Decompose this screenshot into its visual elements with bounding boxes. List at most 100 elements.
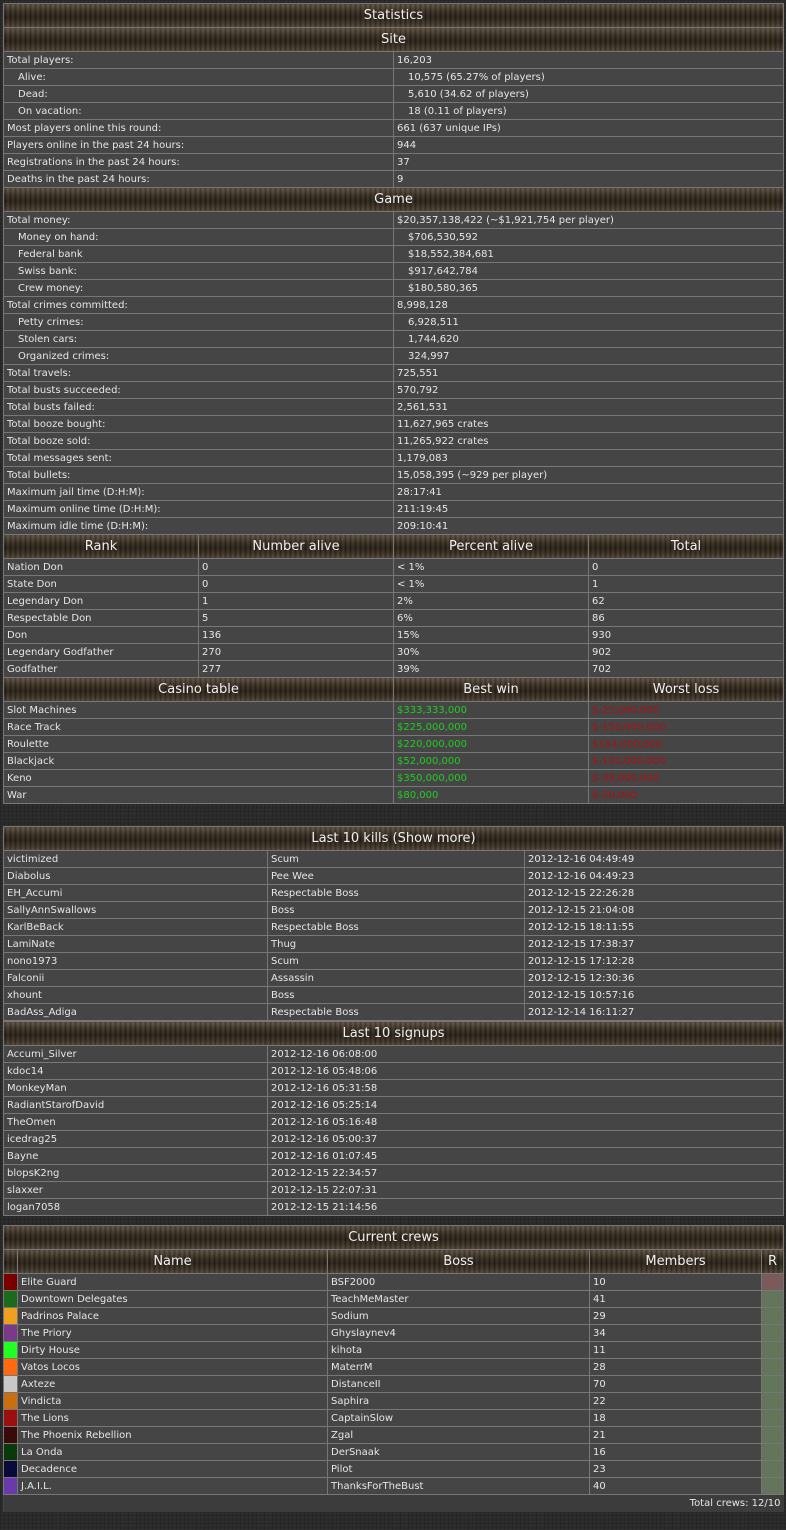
crew-name[interactable]: Elite Guard [17,1273,328,1291]
game-row: Crew money: $180,580,365 [3,279,784,297]
kill-victim[interactable]: xhount [3,986,268,1004]
signup-name[interactable]: icedrag25 [3,1130,268,1148]
crew-row: Axteze DistanceII 70 [3,1375,784,1393]
crew-boss[interactable]: kihota [327,1341,590,1359]
crew-boss[interactable]: Zgal [327,1426,590,1444]
crew-members: 23 [589,1460,762,1478]
rank-row: Nation Don 0 < 1% 0 [3,558,784,576]
crew-boss[interactable]: BSF2000 [327,1273,590,1291]
game-row: Petty crimes: 6,928,511 [3,313,784,331]
kill-victim[interactable]: Diabolus [3,867,268,885]
rank-cell: 62 [588,592,784,610]
rank-cell: 136 [198,626,394,644]
stat-label: Maximum jail time (D:H:M): [3,483,394,501]
signup-name[interactable]: slaxxer [3,1181,268,1199]
casino-game: War [3,786,394,804]
crew-color-swatch [3,1358,18,1376]
kill-victim[interactable]: KarlBeBack [3,918,268,936]
crew-boss[interactable]: Pilot [327,1460,590,1478]
stat-value: 209:10:41 [393,517,784,535]
rank-row: Legendary Godfather 270 30% 902 [3,643,784,661]
crew-boss[interactable]: CaptainSlow [327,1409,590,1427]
crew-row: The Lions CaptainSlow 18 [3,1409,784,1427]
signup-name[interactable]: blopsK2ng [3,1164,268,1182]
crew-recruiting-indicator [761,1477,784,1495]
crew-column-header: Members [589,1249,762,1274]
crew-boss[interactable]: DerSnaak [327,1443,590,1461]
signup-row: slaxxer 2012-12-15 22:07:31 [3,1181,784,1199]
kill-victim[interactable]: victimized [3,850,268,868]
signup-name[interactable]: logan7058 [3,1198,268,1216]
crew-name[interactable]: Decadence [17,1460,328,1478]
rank-cell: < 1% [393,558,589,576]
crew-name[interactable]: The Phoenix Rebellion [17,1426,328,1444]
signup-time: 2012-12-16 05:48:06 [267,1062,784,1080]
signup-name[interactable]: MonkeyMan [3,1079,268,1097]
rank-cell: 0 [588,558,784,576]
crew-boss[interactable]: ThanksForTheBust [327,1477,590,1495]
kill-row: LamiNate Thug 2012-12-15 17:38:37 [3,935,784,953]
crew-name[interactable]: Dirty House [17,1341,328,1359]
kill-rank: Scum [267,952,525,970]
game-row: Money on hand: $706,530,592 [3,228,784,246]
game-row: Maximum jail time (D:H:M): 28:17:41 [3,483,784,501]
casino-row: Slot Machines $333,333,000 $-25,000,000 [3,701,784,719]
game-row: Total booze bought: 11,627,965 crates [3,415,784,433]
casino-game: Roulette [3,735,394,753]
stat-label: Total money: [3,211,394,229]
crew-members: 11 [589,1341,762,1359]
kills-title[interactable]: Last 10 kills (Show more) [3,826,784,851]
crew-boss[interactable]: Ghyslaynev4 [327,1324,590,1342]
kill-victim[interactable]: nono1973 [3,952,268,970]
crew-name[interactable]: The Priory [17,1324,328,1342]
stat-value: 2,561,531 [393,398,784,416]
crew-members: 10 [589,1273,762,1291]
crew-name[interactable]: Downtown Delegates [17,1290,328,1308]
game-row: Federal bank $18,552,384,681 [3,245,784,263]
game-row: Organized crimes: 324,997 [3,347,784,365]
crew-boss[interactable]: MaterrM [327,1358,590,1376]
crew-boss[interactable]: TeachMeMaster [327,1290,590,1308]
signup-name[interactable]: kdoc14 [3,1062,268,1080]
game-row: Maximum online time (D:H:M): 211:19:45 [3,500,784,518]
crew-name[interactable]: Vindicta [17,1392,328,1410]
game-row: Swiss bank: $917,642,784 [3,262,784,280]
casino-game: Slot Machines [3,701,394,719]
crew-members: 28 [589,1358,762,1376]
crew-name[interactable]: J.A.I.L. [17,1477,328,1495]
signup-name[interactable]: RadiantStarofDavid [3,1096,268,1114]
crew-name[interactable]: Vatos Locos [17,1358,328,1376]
crew-members: 16 [589,1443,762,1461]
crew-boss[interactable]: Saphira [327,1392,590,1410]
stat-label: Alive: [3,68,394,86]
stat-value: 570,792 [393,381,784,399]
signup-name[interactable]: Bayne [3,1147,268,1165]
kill-victim[interactable]: BadAss_Adiga [3,1003,268,1021]
kill-row: SallyAnnSwallows Boss 2012-12-15 21:04:08 [3,901,784,919]
signup-row: kdoc14 2012-12-16 05:48:06 [3,1062,784,1080]
kill-victim[interactable]: LamiNate [3,935,268,953]
crew-boss[interactable]: Sodium [327,1307,590,1325]
signup-name[interactable]: Accumi_Silver [3,1045,268,1063]
kill-victim[interactable]: EH_Accumi [3,884,268,902]
stat-label: Deaths in the past 24 hours: [3,170,394,188]
crew-row: Downtown Delegates TeachMeMaster 41 [3,1290,784,1308]
crew-column-header: Name [17,1249,328,1274]
crew-name[interactable]: The Lions [17,1409,328,1427]
site-row: Total players: 16,203 [3,51,784,69]
crew-name[interactable]: La Onda [17,1443,328,1461]
signup-name[interactable]: TheOmen [3,1113,268,1131]
crew-name[interactable]: Axteze [17,1375,328,1393]
crew-name[interactable]: Padrinos Palace [17,1307,328,1325]
kill-victim[interactable]: SallyAnnSwallows [3,901,268,919]
crew-members: 29 [589,1307,762,1325]
crew-boss[interactable]: DistanceII [327,1375,590,1393]
crew-row: Elite Guard BSF2000 10 [3,1273,784,1291]
game-row: Total busts failed: 2,561,531 [3,398,784,416]
rank-row: Legendary Don 1 2% 62 [3,592,784,610]
kill-victim[interactable]: Falconii [3,969,268,987]
crew-color-swatch [3,1324,18,1342]
crew-recruiting-indicator [761,1290,784,1308]
rank-row: Godfather 277 39% 702 [3,660,784,678]
kill-row: Falconii Assassin 2012-12-15 12:30:36 [3,969,784,987]
